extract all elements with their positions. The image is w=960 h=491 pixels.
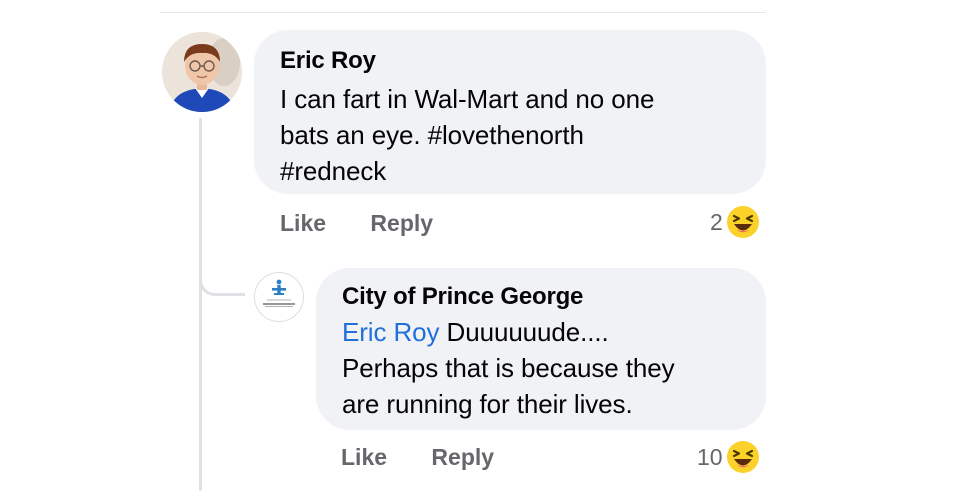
reply-text-fragment: Duuuuuude....	[439, 317, 609, 347]
reply-button[interactable]: Reply	[370, 210, 433, 236]
reply-text-line: are running for their lives.	[342, 389, 633, 419]
city-logo-icon	[263, 279, 295, 307]
reaction-count: 2	[710, 209, 723, 235]
like-button[interactable]: Like	[341, 444, 387, 470]
reply-actions: Like Reply	[341, 442, 494, 472]
mention-link[interactable]: Eric Roy	[342, 317, 440, 347]
reaction-summary[interactable]: 10	[697, 440, 760, 474]
thread-connector	[199, 262, 245, 296]
reply-author[interactable]: City of Prince George	[342, 282, 740, 312]
laughing-emoji-icon	[726, 206, 759, 238]
reaction-count: 10	[697, 444, 723, 470]
comment-text-line: bats an eye. #lovethenorth	[280, 120, 584, 150]
reply-bubble: City of Prince George Eric Roy Duuuuuude…	[316, 268, 766, 430]
profile-photo-icon	[162, 32, 242, 112]
comment-text-line: #redneck	[280, 156, 387, 186]
reply-button[interactable]: Reply	[431, 444, 494, 470]
like-button[interactable]: Like	[280, 210, 326, 236]
reply-text-line: Perhaps that is because they	[342, 353, 675, 383]
page-avatar[interactable]	[254, 272, 304, 322]
comment-text-line: I can fart in Wal-Mart and no one	[280, 84, 655, 114]
comment-author[interactable]: Eric Roy	[280, 46, 740, 76]
reply-text-line: Eric Roy Duuuuuude....	[342, 314, 740, 350]
comment-bubble: Eric Roy I can fart in Wal-Mart and no o…	[254, 30, 766, 194]
reply-text: Eric Roy Duuuuuude.... Perhaps that is b…	[342, 314, 740, 422]
avatar[interactable]	[162, 32, 242, 112]
reaction-summary[interactable]: 2	[710, 205, 760, 239]
comment-text: I can fart in Wal-Mart and no one bats a…	[280, 81, 740, 189]
top-divider	[160, 12, 766, 13]
comment-actions: Like Reply	[280, 208, 433, 238]
thread-line	[199, 118, 202, 491]
laughing-emoji-icon	[726, 441, 759, 473]
